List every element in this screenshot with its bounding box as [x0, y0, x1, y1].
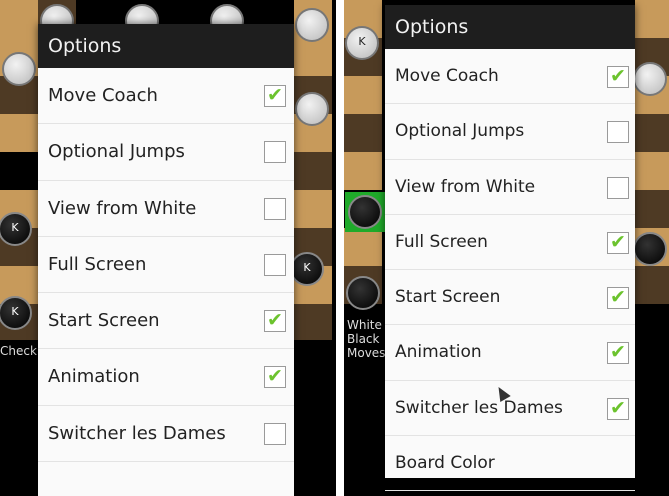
- move-coach-checkbox[interactable]: ✔: [264, 85, 286, 107]
- black-king-piece[interactable]: K: [290, 252, 324, 286]
- options-dialog: Options Move Coach ✔ Optional Jumps View fr…: [385, 5, 635, 492]
- option-row-move-coach[interactable]: Move Coach ✔: [385, 49, 635, 105]
- option-label: Switcher les Dames: [395, 397, 563, 418]
- option-label: View from White: [48, 197, 197, 219]
- option-label: Move Coach: [48, 85, 158, 106]
- option-label: View from White: [395, 176, 536, 197]
- black-piece[interactable]: [346, 276, 380, 310]
- option-label: Animation: [48, 366, 140, 388]
- board-square[interactable]: [294, 38, 332, 76]
- option-row-animation[interactable]: Animation ✔: [385, 325, 635, 381]
- board-square[interactable]: [635, 152, 669, 190]
- board-square[interactable]: [344, 76, 382, 114]
- view-from-white-checkbox[interactable]: [264, 197, 286, 220]
- divider: [336, 0, 344, 496]
- white-piece[interactable]: [295, 8, 329, 42]
- left-screen: K K K Check Options Move Coach ✔ Optional …: [0, 0, 336, 496]
- option-row-switcher-les-dames[interactable]: Switcher les Dames ✔: [385, 381, 635, 437]
- white-piece[interactable]: [633, 62, 667, 96]
- board-square[interactable]: [344, 152, 382, 190]
- option-row-optional-jumps[interactable]: Optional Jumps: [38, 124, 294, 181]
- black-piece[interactable]: [348, 195, 382, 229]
- dialog-title: Options: [38, 24, 294, 68]
- option-row-animation[interactable]: Animation ✔: [38, 349, 294, 406]
- options-dialog: Options Move Coach ✔ Optional Jumps View fr…: [38, 24, 294, 496]
- status-black: Black: [347, 332, 380, 346]
- right-screen: K White Black Moves Options Move Coach ✔ O…: [344, 0, 669, 496]
- checkmark-icon: ✔: [610, 230, 626, 253]
- white-piece[interactable]: [295, 92, 329, 126]
- white-piece[interactable]: [2, 52, 36, 86]
- option-label: Optional Jumps: [395, 121, 525, 142]
- option-label: Full Screen: [48, 253, 147, 275]
- checkmark-icon: ✔: [610, 286, 626, 309]
- status-lines: White Black Moves: [347, 318, 385, 360]
- status-text: Check: [0, 344, 37, 358]
- board-square[interactable]: [344, 228, 382, 266]
- option-row-optional-jumps[interactable]: Optional Jumps: [385, 104, 635, 160]
- checkmark-icon: ✔: [267, 309, 283, 332]
- optional-jumps-checkbox[interactable]: [607, 121, 629, 144]
- board-square[interactable]: [635, 114, 669, 152]
- board-square[interactable]: [344, 114, 382, 152]
- option-row-start-screen[interactable]: Start Screen ✔: [38, 293, 294, 350]
- option-label: Animation: [395, 342, 482, 363]
- checkmark-icon: ✔: [610, 341, 626, 364]
- option-row-switcher-les-dames[interactable]: Switcher les Dames: [38, 406, 294, 463]
- option-label: Start Screen: [395, 287, 501, 308]
- option-row-move-coach[interactable]: Move Coach ✔: [38, 68, 294, 125]
- start-screen-checkbox[interactable]: ✔: [607, 286, 629, 310]
- option-label: Switcher les Dames: [48, 422, 226, 444]
- animation-checkbox[interactable]: ✔: [264, 365, 286, 389]
- option-label: Full Screen: [395, 231, 488, 252]
- switcher-les-dames-checkbox[interactable]: [264, 422, 286, 445]
- switcher-les-dames-checkbox[interactable]: ✔: [607, 396, 629, 420]
- board-square[interactable]: [635, 266, 669, 304]
- dialog-title: Options: [385, 5, 635, 49]
- checkmark-icon: ✔: [267, 365, 283, 388]
- view-from-white-checkbox[interactable]: [607, 176, 629, 199]
- optional-jumps-checkbox[interactable]: [264, 141, 286, 164]
- option-row-full-screen[interactable]: Full Screen: [38, 237, 294, 294]
- checkmark-icon: ✔: [610, 396, 626, 419]
- board-square[interactable]: [0, 114, 38, 152]
- option-row-view-from-white[interactable]: View from White: [385, 160, 635, 215]
- checkmark-icon: ✔: [267, 84, 283, 106]
- move-coach-checkbox[interactable]: ✔: [607, 66, 629, 88]
- option-label: Move Coach: [395, 66, 499, 86]
- full-screen-checkbox[interactable]: [264, 253, 286, 276]
- start-screen-checkbox[interactable]: ✔: [264, 309, 286, 333]
- board-square[interactable]: [635, 190, 669, 228]
- option-row-start-screen[interactable]: Start Screen ✔: [385, 270, 635, 326]
- black-piece[interactable]: [633, 232, 667, 266]
- board-square[interactable]: [635, 0, 669, 38]
- option-row-view-from-white[interactable]: View from White: [38, 181, 294, 237]
- option-label: Start Screen: [48, 310, 160, 332]
- option-label: Optional Jumps: [48, 141, 185, 163]
- status-white: White: [347, 318, 382, 332]
- option-row-board-color[interactable]: Board Color: [385, 436, 635, 492]
- board-square[interactable]: [294, 152, 332, 190]
- checkmark-icon: ✔: [610, 65, 626, 87]
- board-square[interactable]: [294, 304, 332, 340]
- status-moves: Moves: [347, 346, 386, 360]
- animation-checkbox[interactable]: ✔: [607, 341, 629, 365]
- option-label: Board Color: [395, 453, 495, 474]
- white-king-piece[interactable]: K: [345, 26, 379, 60]
- board-square[interactable]: [294, 190, 332, 228]
- board-square[interactable]: [0, 0, 38, 38]
- option-row-full-screen[interactable]: Full Screen ✔: [385, 215, 635, 271]
- full-screen-checkbox[interactable]: ✔: [607, 230, 629, 254]
